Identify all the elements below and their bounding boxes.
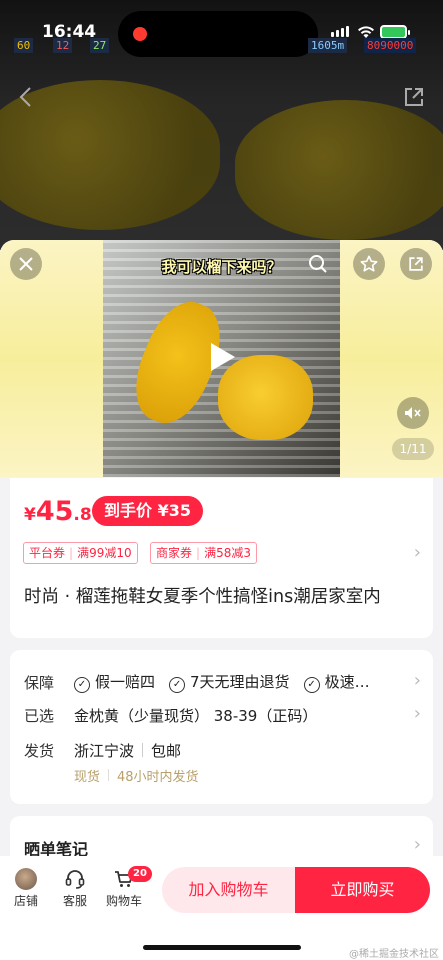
product-sheet: 我可以榴下来吗？ 1/11 ¥45.8 到手价 ¥35 平台券 | 满99减10 bbox=[0, 240, 443, 960]
recording-indicator bbox=[133, 27, 147, 41]
perf-distance: 1605m bbox=[308, 38, 348, 53]
cart-count-badge: 20 bbox=[128, 866, 152, 882]
guarantee-item: 7天无理由退货 bbox=[190, 673, 290, 691]
watermark: @稀土掘金技术社区 bbox=[349, 949, 439, 960]
coupon-merchant[interactable]: 商家券 | 满58减3 bbox=[150, 542, 257, 564]
service-tab[interactable]: 客服 bbox=[55, 866, 95, 909]
guarantee-row[interactable]: 保障 ✓ 假一赔四 ✓ 7天无理由退货 ✓ 极速… bbox=[24, 670, 419, 694]
chevron-left-icon[interactable] bbox=[18, 86, 32, 114]
selected-value: 金枕黄（少量现货） 38-39（正码） bbox=[74, 706, 318, 725]
close-icon[interactable] bbox=[10, 248, 42, 280]
chevron-right-icon[interactable]: › bbox=[414, 542, 421, 563]
store-tab[interactable]: 店铺 bbox=[6, 866, 46, 909]
ship-from: 浙江宁波 bbox=[74, 741, 135, 760]
cart-label: 购物车 bbox=[105, 894, 142, 908]
price: ¥45.8 bbox=[24, 496, 92, 527]
selected-row[interactable]: 已选 金枕黄（少量现货） 38-39（正码） bbox=[24, 703, 419, 727]
store-avatar bbox=[15, 868, 37, 890]
shipping-row: 发货 浙江宁波 包邮 bbox=[24, 738, 419, 762]
coupon-type: 平台券 bbox=[29, 546, 66, 560]
check-icon: ✓ bbox=[169, 677, 186, 693]
chevron-right-icon[interactable]: › bbox=[414, 703, 421, 724]
ship-time: 48小时内发货 bbox=[117, 770, 199, 785]
store-label: 店铺 bbox=[13, 894, 38, 908]
final-price-badge[interactable]: 到手价 ¥35 bbox=[92, 496, 203, 526]
chevron-right-icon[interactable]: › bbox=[414, 670, 421, 691]
share-icon[interactable] bbox=[400, 248, 432, 280]
shipping-detail: 现货 48小时内发货 bbox=[74, 766, 199, 785]
chevron-right-icon[interactable]: › bbox=[414, 834, 421, 855]
cart-tab[interactable]: 购物车 20 bbox=[104, 866, 152, 909]
perf-fps: 60 bbox=[14, 38, 34, 53]
cellular-signal-icon bbox=[331, 26, 349, 37]
coupon-text: 满58减3 bbox=[204, 546, 251, 560]
status-bar: 16:44 60 12 27 1605m 8090000 bbox=[0, 0, 443, 62]
price-currency: ¥ bbox=[24, 505, 36, 525]
coupon-text: 满99减10 bbox=[77, 546, 132, 560]
star-icon[interactable] bbox=[353, 248, 385, 280]
search-icon[interactable] bbox=[302, 248, 334, 280]
headset-icon bbox=[55, 866, 95, 892]
check-icon: ✓ bbox=[303, 677, 320, 693]
product-title: 时尚 · 榴莲拖鞋女夏季个性搞怪ins潮居家室内 bbox=[24, 587, 381, 607]
add-to-cart-button[interactable]: 加入购物车 bbox=[162, 867, 295, 913]
dynamic-island bbox=[118, 11, 318, 57]
guarantee-item: 假一赔四 bbox=[95, 673, 156, 691]
selected-label: 已选 bbox=[24, 706, 55, 725]
coupon-type: 商家券 bbox=[156, 546, 193, 560]
price-card: ¥45.8 到手价 ¥35 平台券 | 满99减10 商家券 | 满58减3 ›… bbox=[10, 478, 433, 638]
perf-metric-c: 27 bbox=[90, 38, 110, 53]
home-indicator[interactable] bbox=[143, 945, 301, 950]
perf-metric-b: 12 bbox=[53, 38, 73, 53]
price-decimal: .8 bbox=[73, 505, 92, 525]
service-label: 客服 bbox=[62, 894, 87, 908]
perf-id: 8090000 bbox=[364, 38, 417, 53]
media-gallery: 我可以榴下来吗？ 1/11 bbox=[0, 240, 443, 477]
media-counter: 1/11 bbox=[392, 438, 434, 460]
shipping-fee: 包邮 bbox=[151, 741, 182, 760]
product-video[interactable]: 我可以榴下来吗？ bbox=[103, 240, 340, 477]
check-icon: ✓ bbox=[74, 677, 90, 693]
price-integer: 45 bbox=[35, 496, 74, 527]
mute-icon[interactable] bbox=[397, 397, 429, 429]
buy-now-button[interactable]: 立即购买 bbox=[295, 867, 430, 913]
share-icon[interactable] bbox=[403, 86, 425, 114]
guarantee-label: 保障 bbox=[24, 673, 55, 692]
ship-label: 发货 bbox=[24, 741, 55, 760]
battery-icon bbox=[380, 25, 410, 39]
coupon-platform[interactable]: 平台券 | 满99减10 bbox=[23, 542, 138, 564]
spec-card: 保障 ✓ 假一赔四 ✓ 7天无理由退货 ✓ 极速… › 已选 金枕黄（少量现货） 38… bbox=[10, 650, 433, 804]
guarantee-item: 极速… bbox=[324, 673, 370, 691]
stock-status: 现货 bbox=[74, 770, 101, 785]
play-icon[interactable] bbox=[211, 343, 235, 371]
